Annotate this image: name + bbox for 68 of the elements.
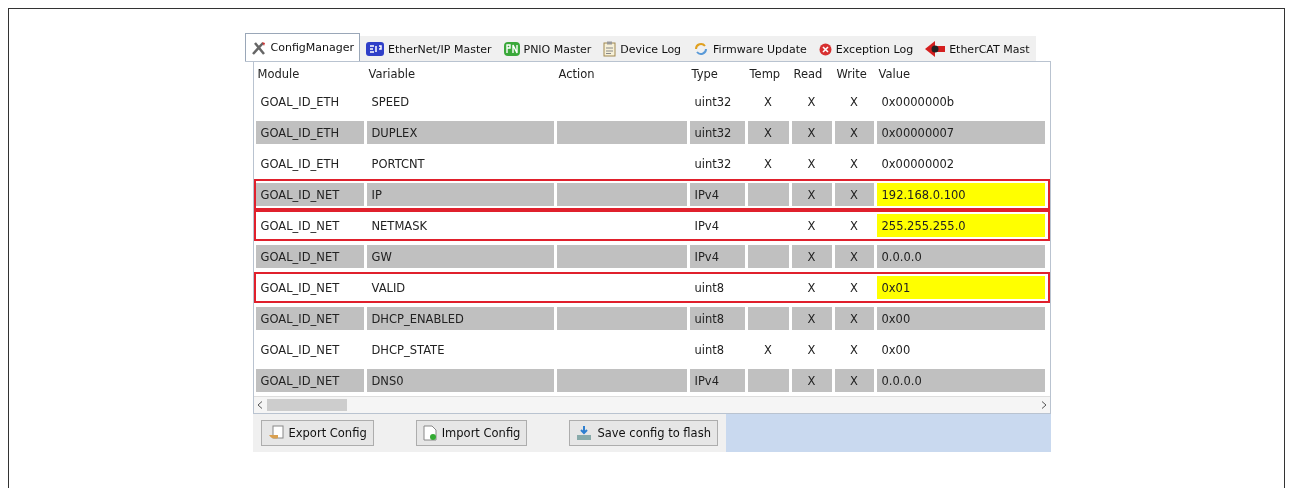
table-cell: DNS0 — [366, 369, 554, 392]
empty-cell — [747, 183, 789, 206]
table-cell: 255.255.255.0 — [876, 214, 1045, 237]
toolbar-button[interactable]: Import Config — [415, 420, 528, 446]
column-header: Value — [877, 66, 912, 83]
ec-logo-icon — [925, 41, 946, 57]
tab[interactable]: ConfigManager — [244, 33, 360, 61]
tools-icon — [250, 39, 267, 56]
error-icon — [818, 42, 832, 56]
table-cell: X — [834, 307, 874, 330]
table-cell: 0.0.0.0 — [876, 245, 1045, 268]
table-cell: X — [834, 245, 874, 268]
table-cell: X — [834, 121, 874, 144]
table-cell: GOAL_ID_NET — [255, 183, 364, 206]
scroll-left-icon[interactable] — [256, 401, 263, 409]
table-cell: IP — [366, 183, 554, 206]
download-icon — [576, 425, 593, 441]
table-cell: IPv4 — [689, 183, 745, 206]
column-header: Variable — [367, 66, 417, 83]
table-cell: 0x00 — [876, 307, 1045, 330]
column-header: Write — [835, 66, 868, 83]
table-cell: GOAL_ID_NET — [255, 369, 364, 392]
pn-logo-icon — [503, 42, 520, 56]
table-cell: GOAL_ID_ETH — [255, 121, 364, 144]
tab[interactable]: Firmware Update — [687, 36, 813, 61]
table-cell: X — [747, 121, 789, 144]
toolbar-button[interactable]: Save config to flash — [569, 420, 718, 446]
table-cell: 0x00000007 — [876, 121, 1045, 144]
table-cell: X — [791, 183, 832, 206]
toolbar-button[interactable]: Export Config — [260, 420, 374, 446]
tab[interactable]: EtherNet/IP Master — [360, 36, 498, 61]
table-cell: GOAL_ID_NET — [255, 307, 364, 330]
table-cell: IPv4 — [689, 245, 745, 268]
table-cell: X — [791, 307, 832, 330]
empty-cell — [747, 307, 789, 330]
update-icon — [693, 41, 710, 57]
clipboard-icon — [603, 41, 617, 57]
tab[interactable]: Exception Log — [812, 36, 920, 61]
horizontal-scrollbar[interactable] — [253, 396, 1050, 413]
import-icon — [422, 425, 437, 441]
empty-cell — [747, 245, 789, 268]
table-cell: X — [791, 121, 832, 144]
table-cell: 0x01 — [876, 276, 1045, 299]
column-header: Read — [792, 66, 824, 83]
table-cell: GW — [366, 245, 554, 268]
table-cell: 0.0.0.0 — [876, 369, 1045, 392]
table-cell: X — [791, 245, 832, 268]
tab[interactable]: Device Log — [597, 36, 688, 61]
table-cell: X — [834, 369, 874, 392]
eip-logo-icon — [366, 42, 384, 56]
table-cell: X — [834, 183, 874, 206]
table-cell: GOAL_ID_NET — [255, 245, 364, 268]
column-header: Module — [256, 66, 301, 83]
table-cell: uint8 — [689, 307, 745, 330]
column-header: Temp — [748, 66, 782, 83]
table-cell: 192.168.0.100 — [876, 183, 1045, 206]
column-header: Action — [557, 66, 596, 83]
scroll-right-icon[interactable] — [1040, 401, 1047, 409]
tab[interactable]: PNIO Master — [497, 36, 598, 61]
table-cell: uint32 — [689, 121, 745, 144]
table-cell: IPv4 — [689, 369, 745, 392]
table-cell: DUPLEX — [366, 121, 554, 144]
table-cell: DHCP_ENABLED — [366, 307, 554, 330]
column-header: Type — [690, 66, 719, 83]
table-cell: X — [791, 369, 832, 392]
empty-cell — [747, 369, 789, 392]
tab[interactable]: EtherCAT Mast — [919, 36, 1036, 61]
export-icon — [267, 425, 284, 441]
